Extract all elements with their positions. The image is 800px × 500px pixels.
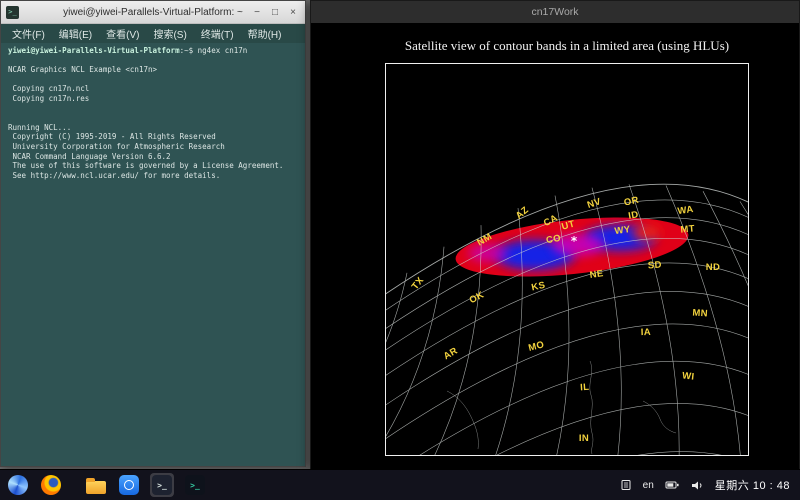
minimize-button[interactable]: − bbox=[248, 3, 266, 21]
terminal-window: >_ yiwei@yiwei-Parallels-Virtual-Platfor… bbox=[0, 0, 306, 467]
terminal-output: NCAR Graphics NCL Example <cn17n> Copyin… bbox=[8, 56, 298, 181]
terminal-output-line bbox=[8, 56, 298, 66]
launcher-icon[interactable] bbox=[6, 473, 30, 497]
maximize-button[interactable]: □ bbox=[266, 3, 284, 21]
map-label-IA: IA bbox=[641, 327, 652, 338]
menu-item-0[interactable]: 文件(F) bbox=[5, 24, 52, 43]
ncl-plot-window: cn17Work Satellite view of contour bands… bbox=[310, 0, 800, 470]
input-method-indicator[interactable]: en bbox=[643, 480, 654, 491]
menu-item-1[interactable]: 编辑(E) bbox=[52, 24, 99, 43]
terminal-output-line: University Corporation for Atmospheric R… bbox=[8, 142, 298, 152]
map-label-TX: TX bbox=[410, 275, 427, 292]
terminal-menubar: 文件(F)编辑(E)查看(V)搜索(S)终端(T)帮助(H) bbox=[1, 24, 305, 43]
plot-window-title: cn17Work bbox=[531, 6, 578, 18]
map-label-MN: MN bbox=[692, 307, 708, 319]
plot-canvas: Satellite view of contour bands in a lim… bbox=[311, 23, 799, 469]
map-label-WI: WI bbox=[682, 370, 695, 382]
app-store-icon[interactable] bbox=[117, 473, 141, 497]
plot-window-titlebar[interactable]: cn17Work bbox=[311, 1, 799, 23]
plot-chart-title: Satellite view of contour bands in a lim… bbox=[385, 38, 749, 54]
terminal-output-line: Copying cn17n.res bbox=[8, 94, 298, 104]
firefox-icon[interactable] bbox=[39, 473, 63, 497]
map-label-IL: IL bbox=[580, 382, 590, 394]
terminal-titlebar[interactable]: >_ yiwei@yiwei-Parallels-Virtual-Platfor… bbox=[1, 1, 305, 24]
terminal-output-line: Copyright (C) 1995-2019 - All Rights Res… bbox=[8, 132, 298, 142]
satellite-map: AZNVCAORWAIDMTUTWYNMCOSDNDNEKSTXOKMNIAMO… bbox=[385, 63, 749, 456]
dark-terminal-icon[interactable]: >_ bbox=[183, 473, 207, 497]
terminal-app-icon: >_ bbox=[6, 6, 19, 19]
taskbar-clock[interactable]: 星期六 10 : 48 bbox=[715, 477, 790, 493]
terminal-output-line: Copying cn17n.ncl bbox=[8, 84, 298, 94]
map-label-NE: NE bbox=[589, 268, 604, 281]
terminal-prompt-line: yiwei@yiwei-Parallels-Virtual-Platform:~… bbox=[8, 46, 298, 56]
map-label-AZ: AZ bbox=[514, 205, 531, 222]
map-label-NV: NV bbox=[586, 196, 603, 211]
desktop: >_ yiwei@yiwei-Parallels-Virtual-Platfor… bbox=[0, 0, 800, 500]
prompt-path: :~$ bbox=[180, 46, 198, 55]
menu-item-3[interactable]: 搜索(S) bbox=[146, 24, 193, 43]
map-label-ND: ND bbox=[706, 262, 721, 273]
taskbar: >_ >_ en 星期六 10 : 48 bbox=[0, 469, 800, 500]
map-label-WY: WY bbox=[614, 224, 632, 237]
map-label-SD: SD bbox=[647, 260, 662, 272]
menu-item-2[interactable]: 查看(V) bbox=[99, 24, 146, 43]
terminal-output-line bbox=[8, 75, 298, 85]
terminal-output-line bbox=[8, 104, 298, 114]
map-label-WA: WA bbox=[677, 204, 694, 217]
menu-item-4[interactable]: 终端(T) bbox=[194, 24, 241, 43]
menu-item-5[interactable]: 帮助(H) bbox=[241, 24, 289, 43]
terminal-output-line bbox=[8, 113, 298, 123]
battery-icon[interactable] bbox=[665, 480, 680, 490]
map-label-MO: MO bbox=[527, 339, 545, 354]
terminal-output-line: See http://www.ncl.ucar.edu/ for more de… bbox=[8, 171, 298, 181]
contour-band-ellipse bbox=[425, 203, 725, 298]
notification-icon[interactable] bbox=[620, 479, 632, 491]
map-label-KS: KS bbox=[530, 280, 546, 294]
map-label-AR: AR bbox=[442, 345, 460, 362]
volume-icon[interactable] bbox=[691, 480, 704, 491]
map-marker-asterisk: * bbox=[571, 234, 578, 248]
terminal-taskbar-icon[interactable]: >_ bbox=[150, 473, 174, 497]
terminal-output-line: NCAR Graphics NCL Example <cn17n> bbox=[8, 65, 298, 75]
map-label-MT: MT bbox=[680, 223, 695, 235]
terminal-output-line: Running NCL... bbox=[8, 123, 298, 133]
state-borders bbox=[447, 361, 676, 454]
terminal-output-line: NCAR Command Language Version 6.6.2 bbox=[8, 152, 298, 162]
close-button[interactable]: × bbox=[284, 3, 302, 21]
prompt-user-host: yiwei@yiwei-Parallels-Virtual-Platform bbox=[8, 46, 180, 55]
map-label-IN: IN bbox=[579, 433, 589, 444]
terminal-output-line: The use of this software is governed by … bbox=[8, 161, 298, 171]
terminal-body[interactable]: yiwei@yiwei-Parallels-Virtual-Platform:~… bbox=[1, 43, 305, 183]
map-label-ID: ID bbox=[628, 209, 640, 222]
map-frame: AZNVCAORWAIDMTUTWYNMCOSDNDNEKSTXOKMNIAMO… bbox=[385, 63, 749, 456]
file-manager-icon[interactable] bbox=[84, 473, 108, 497]
map-label-OR: OR bbox=[623, 195, 640, 209]
prompt-command: ng4ex cn17n bbox=[198, 46, 248, 55]
